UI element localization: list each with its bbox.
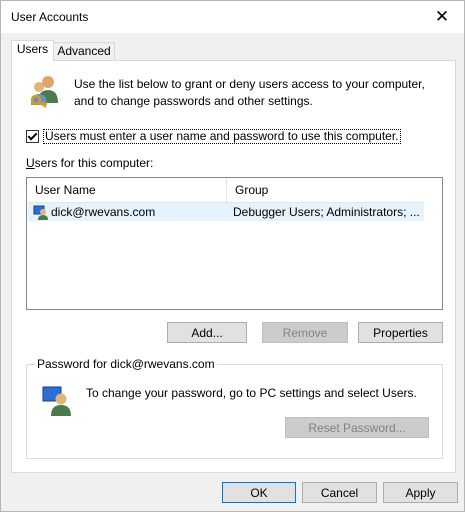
user-group-cell: Debugger Users; Administrators; ... <box>233 205 420 219</box>
column-header-user-name[interactable]: User Name <box>27 178 227 202</box>
password-group-legend: Password for dick@rwevans.com <box>35 357 217 371</box>
title-bar: User Accounts ✕ <box>1 1 464 33</box>
users-list-label: Users for this computer: <box>26 156 154 170</box>
reset-password-button[interactable]: Reset Password... <box>285 417 429 438</box>
users-list-label-text: sers for this computer: <box>34 156 154 170</box>
require-login-label[interactable]: Users must enter a user name and passwor… <box>43 128 401 144</box>
add-button[interactable]: Add... <box>167 322 247 343</box>
password-hint-text: To change your password, go to PC settin… <box>86 386 417 400</box>
cancel-button[interactable]: Cancel <box>302 482 377 503</box>
require-login-row[interactable]: Users must enter a user name and passwor… <box>26 128 401 144</box>
ok-button[interactable]: OK <box>222 482 296 503</box>
apply-button[interactable]: Apply <box>383 482 458 503</box>
properties-button[interactable]: Properties <box>358 322 443 343</box>
require-login-checkbox[interactable] <box>26 129 39 143</box>
tab-users-label: Users <box>16 42 49 56</box>
tab-advanced[interactable]: Advanced <box>53 42 115 62</box>
close-icon[interactable]: ✕ <box>420 1 464 33</box>
remove-button[interactable]: Remove <box>262 322 348 343</box>
window-title: User Accounts <box>11 10 89 24</box>
table-row[interactable]: dick@rwevans.com Debugger Users; Adminis… <box>28 203 424 221</box>
tab-advanced-label: Advanced <box>57 44 111 58</box>
list-header: User Name Group <box>27 178 424 203</box>
users-list[interactable]: User Name Group dick@rwevans.com Debugge… <box>26 177 443 310</box>
tab-users[interactable]: Users <box>11 40 54 62</box>
user-accounts-window: User Accounts ✕ Users Advanced Use the l… <box>0 0 465 512</box>
column-header-group[interactable]: Group <box>227 178 424 202</box>
users-key-icon <box>30 76 58 108</box>
user-password-icon <box>42 386 71 416</box>
user-name-cell: dick@rwevans.com <box>51 205 156 219</box>
intro-text: Use the list below to grant or deny user… <box>74 77 425 108</box>
password-group: Password for dick@rwevans.com To change … <box>26 357 443 459</box>
user-icon <box>33 205 48 220</box>
users-tab-panel: Use the list below to grant or deny user… <box>11 60 456 473</box>
